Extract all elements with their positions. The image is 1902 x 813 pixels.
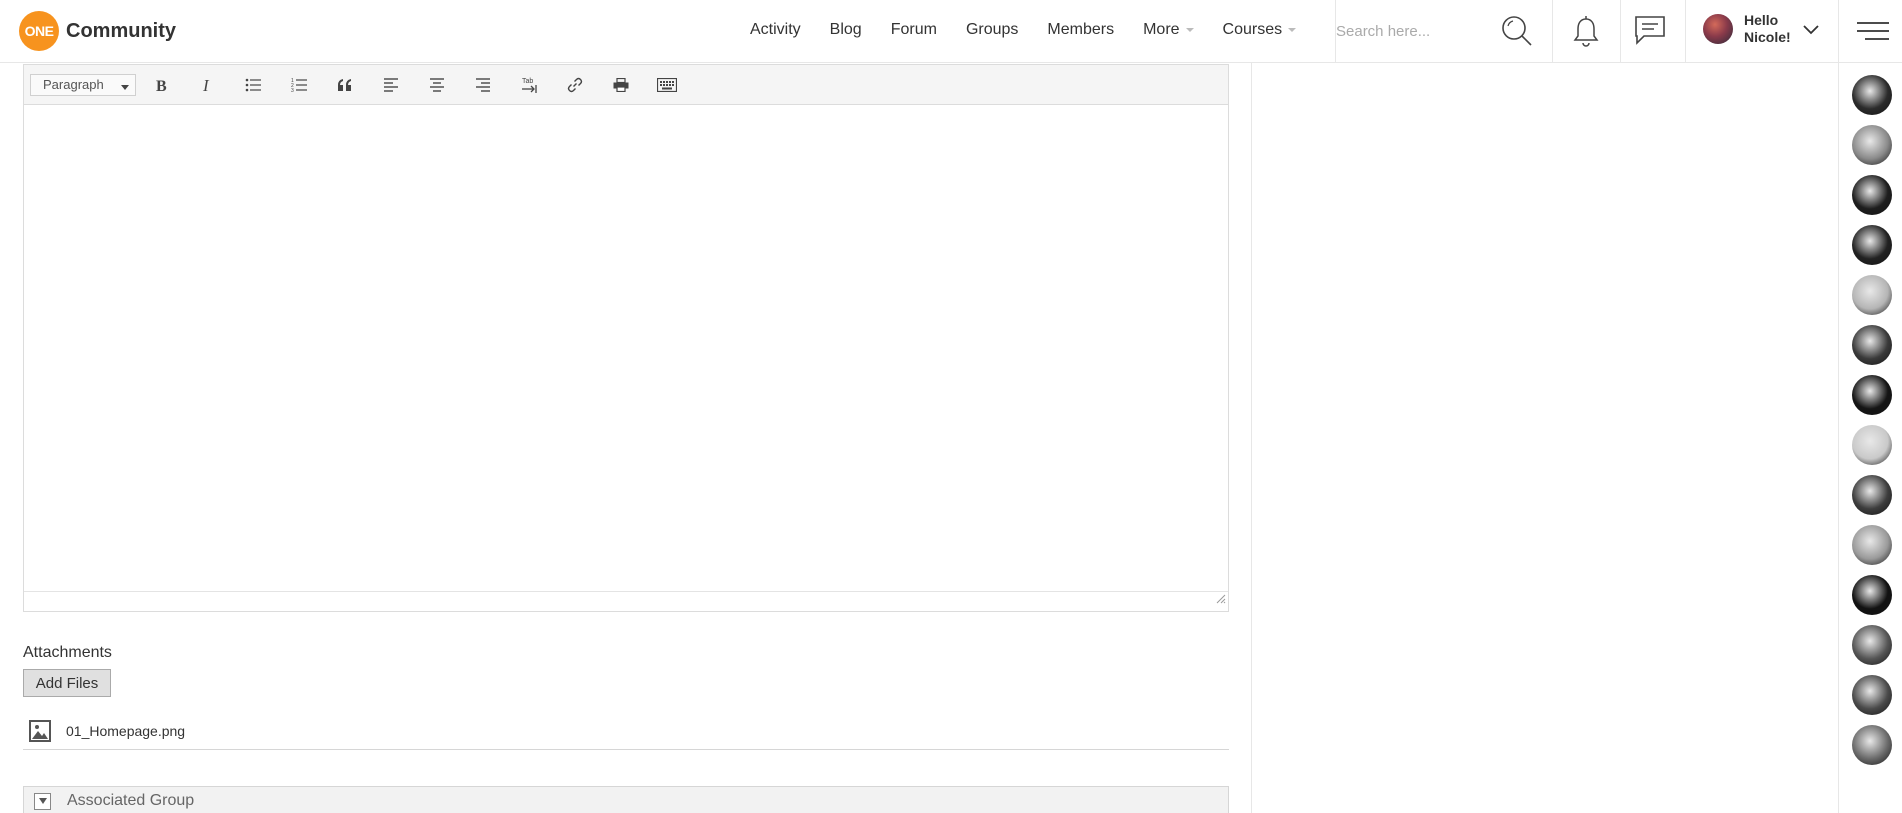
align-left-icon[interactable]	[379, 74, 403, 96]
nav-label: Blog	[829, 21, 862, 38]
user-avatar	[1703, 14, 1733, 44]
format-select-value: Paragraph	[43, 77, 104, 92]
tab-glyph: Tab	[522, 78, 533, 85]
member-avatar[interactable]	[1852, 75, 1892, 115]
italic-icon[interactable]: I	[195, 74, 219, 96]
align-center-icon[interactable]	[425, 74, 449, 96]
dropdown-arrow-icon	[121, 85, 129, 90]
nav-item-groups[interactable]: Groups	[966, 21, 1018, 39]
search-input[interactable]	[1336, 16, 1486, 46]
content-divider	[1251, 63, 1252, 813]
greeting-name: Nicole!	[1744, 29, 1791, 45]
image-icon	[29, 720, 51, 742]
header-divider	[1838, 0, 1839, 63]
member-avatar[interactable]	[1852, 625, 1892, 665]
link-icon[interactable]	[563, 74, 587, 96]
nav-label: Groups	[965, 21, 1019, 38]
resize-handle-icon[interactable]	[1216, 591, 1226, 609]
rich-text-editor: Paragraph B I 123 Tab	[23, 64, 1229, 612]
member-avatar[interactable]	[1852, 125, 1892, 165]
nav-label: Forum	[890, 21, 937, 38]
member-avatar[interactable]	[1852, 325, 1892, 365]
expand-toggle-icon	[34, 792, 51, 810]
nav-item-blog[interactable]: Blog	[830, 21, 862, 39]
nav-label: More	[1143, 21, 1180, 38]
tab-icon[interactable]: Tab	[517, 74, 541, 96]
caret-down-icon	[1185, 28, 1194, 32]
numbered-list-icon[interactable]: 123	[287, 74, 311, 96]
svg-text:3: 3	[291, 88, 294, 92]
svg-text:B: B	[156, 78, 167, 93]
svg-text:I: I	[202, 77, 210, 93]
align-right-icon[interactable]	[471, 74, 495, 96]
add-files-button[interactable]: Add Files	[23, 669, 111, 697]
main-nav: Activity Blog Forum Groups Members More …	[750, 0, 1325, 60]
format-select[interactable]: Paragraph	[30, 74, 136, 96]
keyboard-icon[interactable]	[655, 74, 679, 96]
menu-icon[interactable]	[1856, 19, 1890, 43]
editor-content-area[interactable]	[24, 105, 1228, 592]
header-divider	[1620, 0, 1621, 63]
members-sidebar	[1852, 75, 1892, 775]
site-header: ONE Community Activity Blog Forum Groups…	[0, 0, 1902, 63]
print-icon[interactable]	[609, 74, 633, 96]
site-name: Community	[66, 19, 176, 42]
user-greeting: Hello Nicole!	[1744, 12, 1791, 46]
editor-status-bar	[24, 591, 1228, 611]
logo-badge: ONE	[19, 11, 59, 51]
header-divider	[1552, 0, 1553, 63]
nav-item-more[interactable]: More	[1143, 21, 1194, 39]
user-menu[interactable]: Hello Nicole!	[1703, 12, 1791, 46]
member-avatar[interactable]	[1852, 575, 1892, 615]
attachments-title: Attachments	[23, 644, 112, 661]
search-icon[interactable]	[1500, 14, 1534, 48]
member-avatar[interactable]	[1852, 275, 1892, 315]
nav-label: Activity	[750, 21, 801, 38]
member-avatar[interactable]	[1852, 725, 1892, 765]
member-avatar[interactable]	[1852, 225, 1892, 265]
bold-icon[interactable]: B	[149, 74, 173, 96]
sidebar-divider	[1838, 63, 1839, 813]
attachment-row: 01_Homepage.png	[23, 713, 1229, 750]
attachment-file-name[interactable]: 01_Homepage.png	[66, 723, 185, 739]
editor-toolbar: Paragraph B I 123 Tab	[24, 65, 1228, 105]
messages-icon[interactable]	[1632, 13, 1668, 47]
member-avatar[interactable]	[1852, 375, 1892, 415]
bullet-list-icon[interactable]	[241, 74, 265, 96]
member-avatar[interactable]	[1852, 525, 1892, 565]
nav-item-courses[interactable]: Courses	[1223, 21, 1297, 39]
nav-label: Courses	[1222, 21, 1283, 38]
header-divider	[1685, 0, 1686, 63]
nav-item-activity[interactable]: Activity	[750, 21, 801, 39]
associated-group-section[interactable]: Associated Group	[23, 786, 1229, 813]
greeting-hello: Hello	[1744, 12, 1779, 28]
member-avatar[interactable]	[1852, 675, 1892, 715]
nav-item-forum[interactable]: Forum	[891, 21, 937, 39]
nav-label: Members	[1047, 21, 1115, 38]
member-avatar[interactable]	[1852, 425, 1892, 465]
associated-group-label: Associated Group	[67, 792, 195, 809]
nav-item-members[interactable]: Members	[1047, 21, 1114, 39]
blockquote-icon[interactable]	[333, 74, 357, 96]
member-avatar[interactable]	[1852, 475, 1892, 515]
chevron-down-icon[interactable]	[1800, 20, 1822, 40]
member-avatar[interactable]	[1852, 175, 1892, 215]
caret-down-icon	[1288, 28, 1297, 32]
site-logo[interactable]: ONE Community	[19, 11, 176, 51]
bell-icon[interactable]	[1570, 14, 1602, 48]
